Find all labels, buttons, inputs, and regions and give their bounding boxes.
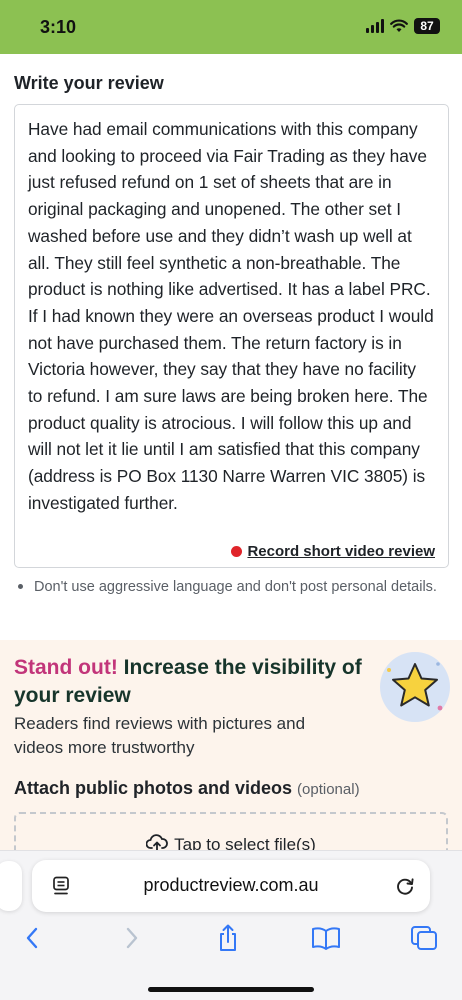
star-icon — [380, 652, 450, 722]
attach-media-label: Attach public photos and videos (optiona… — [14, 778, 360, 799]
review-textarea[interactable]: Have had email communications with this … — [14, 104, 449, 568]
share-icon — [220, 924, 236, 951]
section-title: Write your review — [14, 73, 164, 93]
tabs-button[interactable] — [409, 923, 439, 953]
battery-indicator: 87 — [414, 18, 440, 34]
home-indicator — [148, 987, 314, 992]
reload-icon[interactable] — [394, 875, 416, 897]
url-text[interactable]: productreview.com.au — [32, 875, 430, 896]
cellular-signal-icon — [366, 19, 384, 33]
tabs-icon — [411, 926, 437, 950]
address-bar[interactable]: productreview.com.au — [32, 860, 430, 912]
status-bar: 3:10 87 — [0, 0, 462, 54]
bookmarks-button[interactable] — [311, 923, 341, 953]
forward-button[interactable] — [117, 923, 147, 953]
status-time: 3:10 — [40, 17, 77, 37]
wifi-icon — [390, 19, 408, 32]
chevron-left-icon — [26, 927, 38, 949]
chevron-right-icon — [126, 927, 138, 949]
back-button[interactable] — [17, 923, 47, 953]
guideline-item: Don't use aggressive language and don't … — [18, 576, 446, 598]
share-button[interactable] — [213, 923, 243, 953]
promo-section: Stand out! Increase the visibility of yo… — [0, 640, 462, 882]
promo-title: Stand out! Increase the visibility of yo… — [14, 654, 364, 710]
review-text[interactable]: Have had email communications with this … — [28, 116, 435, 517]
record-video-review-link[interactable]: Record short video review — [231, 543, 435, 560]
status-icons: 87 — [366, 18, 440, 34]
attach-optional-text: (optional) — [297, 781, 360, 798]
browser-toolbar — [0, 923, 462, 953]
previous-tab-peek[interactable] — [0, 861, 22, 911]
record-link-label[interactable]: Record short video review — [247, 543, 435, 560]
book-icon — [312, 927, 340, 950]
browser-chrome: productreview.com.au — [0, 850, 462, 1000]
promo-subtitle: Readers find reviews with pictures and v… — [14, 714, 306, 757]
promo-title-accent: Stand out! — [14, 656, 118, 679]
record-dot-icon — [231, 546, 243, 557]
attach-label-text: Attach public photos and videos — [14, 778, 293, 798]
